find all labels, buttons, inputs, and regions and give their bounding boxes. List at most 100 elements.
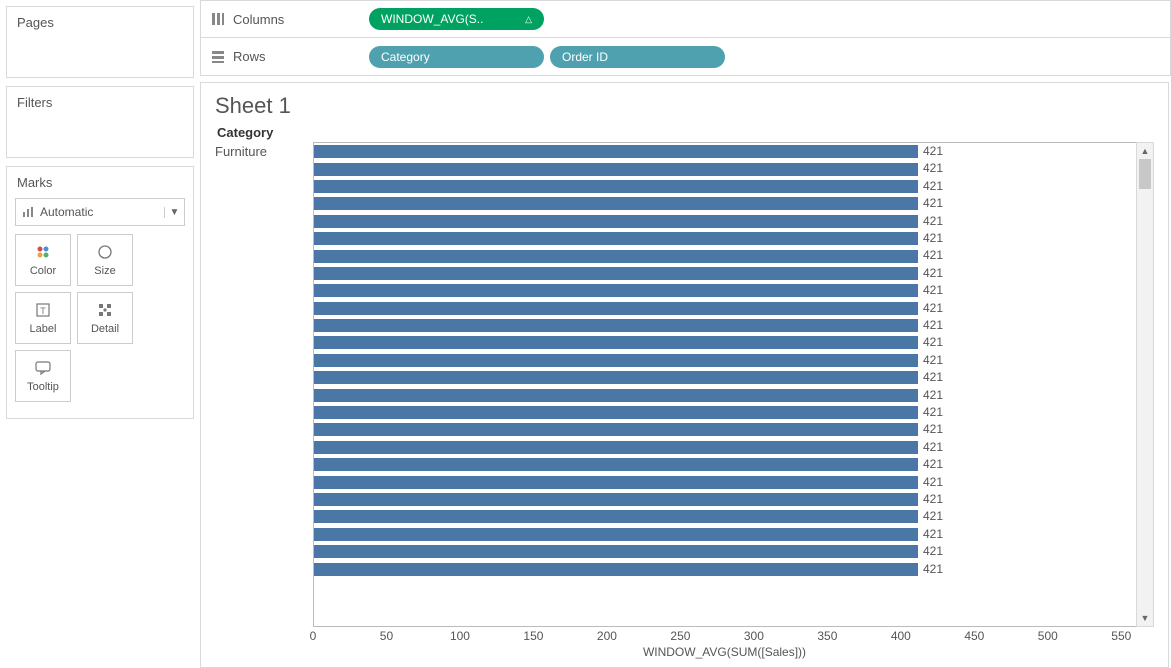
bar[interactable]: [314, 406, 918, 419]
bar[interactable]: [314, 197, 918, 210]
bar[interactable]: [314, 545, 918, 558]
x-axis[interactable]: 050100150200250300350400450500550 WINDOW…: [313, 627, 1136, 667]
bar-row[interactable]: [314, 282, 918, 299]
marks-title: Marks: [7, 167, 193, 198]
bar-row[interactable]: [314, 213, 918, 230]
sheet-title[interactable]: Sheet 1: [215, 93, 1154, 119]
bar[interactable]: [314, 458, 918, 471]
size-label: Size: [94, 265, 115, 277]
bar-row[interactable]: [314, 439, 918, 456]
bar-data-label: 421: [920, 266, 943, 280]
marks-type-select[interactable]: Automatic ▼: [15, 198, 185, 226]
rows-icon: [209, 50, 227, 64]
bar-row[interactable]: [314, 247, 918, 264]
viz-area: Sheet 1 Category Furniture 4214214214214…: [200, 82, 1169, 668]
svg-text:T: T: [40, 306, 46, 316]
rows-pill-orderid[interactable]: Order ID: [550, 46, 725, 68]
bar-row[interactable]: [314, 543, 918, 560]
dropdown-icon: ▼: [164, 207, 184, 218]
bar[interactable]: [314, 302, 918, 315]
axis-tick: 250: [670, 629, 690, 643]
bar-data-label: 421: [920, 179, 943, 193]
bar[interactable]: [314, 250, 918, 263]
bar-data-label: 421: [920, 283, 943, 297]
bar[interactable]: [314, 563, 918, 576]
bar-data-label: 421: [920, 562, 943, 576]
detail-label: Detail: [91, 323, 119, 335]
bar[interactable]: [314, 371, 918, 384]
bar-data-label: 421: [920, 301, 943, 315]
bar-row[interactable]: [314, 456, 918, 473]
columns-shelf[interactable]: Columns WINDOW_AVG(S.. △: [200, 0, 1171, 38]
axis-tick: 200: [597, 629, 617, 643]
bar-row[interactable]: [314, 317, 918, 334]
bar[interactable]: [314, 267, 918, 280]
axis-tick: 450: [964, 629, 984, 643]
pill-text: WINDOW_AVG(S..: [381, 12, 483, 26]
pill-text: Order ID: [562, 50, 608, 64]
rows-shelf[interactable]: Rows Category Order ID: [200, 38, 1171, 76]
color-icon: [35, 243, 51, 261]
bar-row[interactable]: [314, 508, 918, 525]
bar[interactable]: [314, 336, 918, 349]
bar[interactable]: [314, 510, 918, 523]
bar[interactable]: [314, 145, 918, 158]
category-value: Furniture: [215, 144, 313, 159]
color-button[interactable]: Color: [15, 234, 71, 286]
bar[interactable]: [314, 441, 918, 454]
bar[interactable]: [314, 163, 918, 176]
tooltip-icon: [34, 359, 52, 377]
bar-data-label: 421: [920, 457, 943, 471]
columns-pill-windowavg[interactable]: WINDOW_AVG(S.. △: [369, 8, 544, 30]
bar[interactable]: [314, 284, 918, 297]
bar-row[interactable]: [314, 560, 918, 577]
bar-data-label: 421: [920, 353, 943, 367]
bar-row[interactable]: [314, 404, 918, 421]
bar-row[interactable]: [314, 334, 918, 351]
bar-row[interactable]: [314, 160, 918, 177]
bar-row[interactable]: [314, 230, 918, 247]
bar[interactable]: [314, 232, 918, 245]
bar-row[interactable]: [314, 491, 918, 508]
axis-tick: 150: [523, 629, 543, 643]
detail-button[interactable]: Detail: [77, 292, 133, 344]
scroll-down-icon[interactable]: ▼: [1137, 610, 1153, 626]
bar-row[interactable]: [314, 178, 918, 195]
axis-tick: 400: [891, 629, 911, 643]
axis-tick: 300: [744, 629, 764, 643]
bar[interactable]: [314, 476, 918, 489]
rows-pill-category[interactable]: Category: [369, 46, 544, 68]
bar[interactable]: [314, 528, 918, 541]
bar[interactable]: [314, 493, 918, 506]
bar-row[interactable]: [314, 369, 918, 386]
bar-row[interactable]: [314, 265, 918, 282]
bar[interactable]: [314, 180, 918, 193]
bar-row[interactable]: [314, 421, 918, 438]
bar-data-label: 421: [920, 318, 943, 332]
bar[interactable]: [314, 389, 918, 402]
bar-row[interactable]: [314, 352, 918, 369]
bar[interactable]: [314, 319, 918, 332]
bar-data-label: 421: [920, 248, 943, 262]
bar-row[interactable]: [314, 300, 918, 317]
bar-row[interactable]: [314, 473, 918, 490]
bar[interactable]: [314, 354, 918, 367]
automatic-mark-icon: [16, 206, 40, 218]
axis-tick: 50: [380, 629, 393, 643]
scroll-up-icon[interactable]: ▲: [1137, 143, 1153, 159]
vertical-scrollbar[interactable]: ▲ ▼: [1136, 142, 1154, 627]
bar-data-label: 421: [920, 161, 943, 175]
bar[interactable]: [314, 215, 918, 228]
bar[interactable]: [314, 423, 918, 436]
scroll-thumb[interactable]: [1139, 159, 1151, 189]
chart-plot-area[interactable]: [313, 142, 918, 627]
bar-row[interactable]: [314, 143, 918, 160]
bar-row[interactable]: [314, 386, 918, 403]
label-button[interactable]: T Label: [15, 292, 71, 344]
tooltip-button[interactable]: Tooltip: [15, 350, 71, 402]
bar-row[interactable]: [314, 526, 918, 543]
size-icon: [96, 243, 114, 261]
size-button[interactable]: Size: [77, 234, 133, 286]
pages-panel: Pages: [6, 6, 194, 78]
bar-row[interactable]: [314, 195, 918, 212]
